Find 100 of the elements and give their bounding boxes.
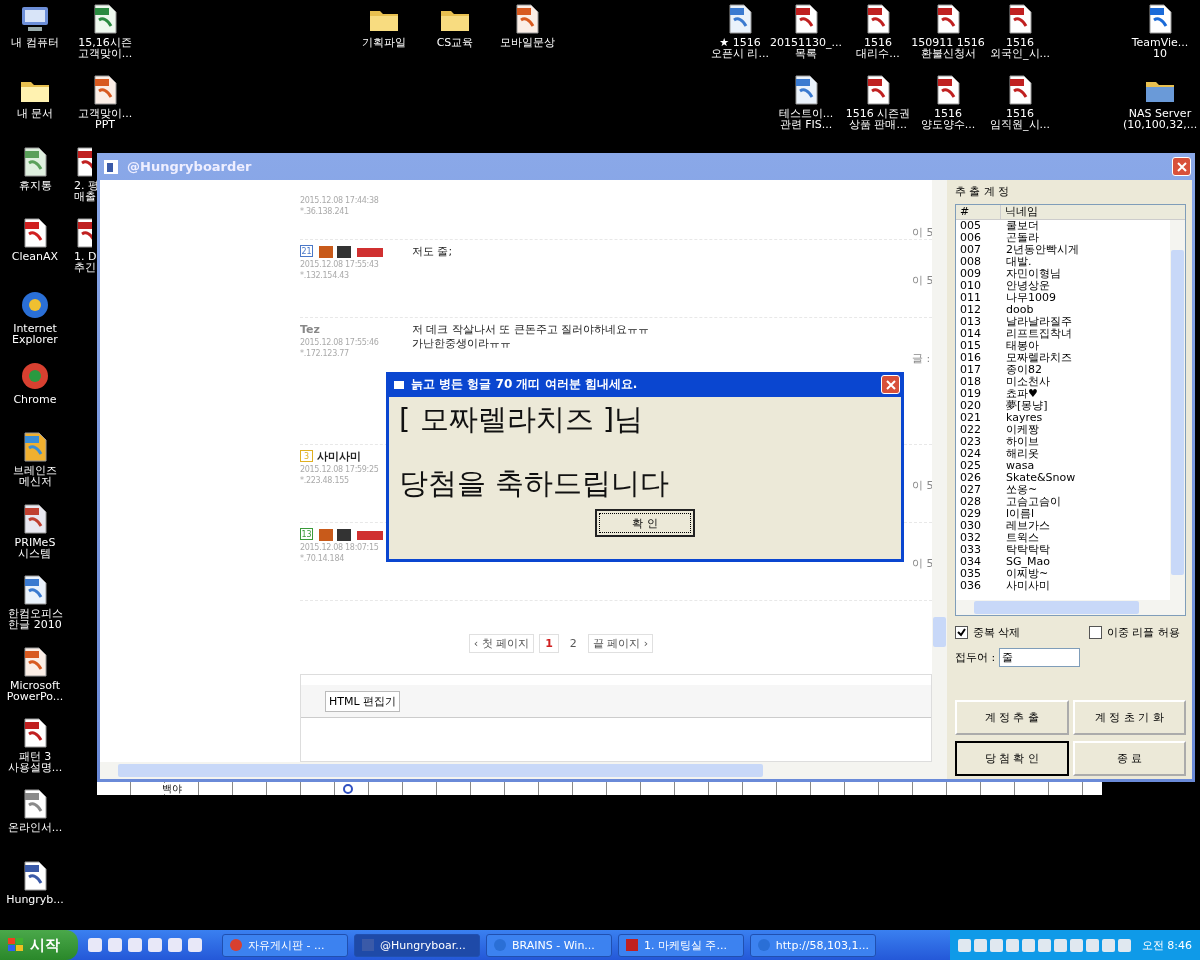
ip-address: *.36.138.241 [300, 206, 350, 217]
desktop-icon-label[interactable]: 기획파일 [362, 37, 406, 48]
list-cell: 2년동안빡시게 [1006, 244, 1079, 256]
desktop-icon-label[interactable]: 한컴오피스 한글 2010 [7, 608, 63, 631]
list-cell-text: 032 [959, 532, 982, 544]
list-cell: 트윅스 [1006, 532, 1039, 544]
prefix-input[interactable]: 줄 [999, 648, 1081, 667]
desktop-icon-label[interactable]: CS교육 [436, 37, 474, 48]
desktop-icon-label[interactable]: 1516 시즌권 상품 판매... [845, 108, 911, 131]
taskbar-button[interactable]: BRAINS - Win... [486, 933, 612, 957]
desktop-icon-label[interactable]: 패턴 3 사용설명... [7, 750, 63, 773]
comment-text: 가난한중생이라ㅠㅠ [412, 337, 512, 351]
desktop-icon-label[interactable]: CleanAX [11, 251, 59, 263]
list-cell-text: 006 [959, 232, 982, 244]
desktop-icon-label[interactable]: 온라인서... [7, 822, 63, 834]
desktop-icon-label[interactable]: Chrome [13, 393, 57, 405]
comment-date: 2015.12.08 17:44:38 [300, 195, 380, 206]
nickname[interactable]: 사미사미 [317, 448, 361, 464]
desktop-icon-label[interactable]: Internet Explorer [12, 322, 58, 345]
taskbar-button[interactable]: 자유게시판 - ... [222, 933, 348, 957]
browser-icon [493, 938, 507, 952]
comment-side-text: 글 : [912, 351, 932, 367]
comment-side-text: 이 5 [912, 225, 932, 239]
desktop-icon-label[interactable]: 20151130_... 목록 [770, 37, 842, 59]
list-cell-text: 019 [959, 388, 982, 400]
comment-editor[interactable]: HTML 편집기 [300, 674, 932, 762]
ip-address: *.223.48.155 [300, 475, 350, 486]
desktop-icon-label[interactable]: PRIMeS 시스템 [14, 536, 56, 559]
desktop-icon-label[interactable]: NAS Server (10,100,32,... [1122, 108, 1198, 131]
start-button[interactable]: 시작 [0, 930, 78, 960]
list-cell-text: 025 [959, 460, 982, 472]
vertical-scrollbar[interactable] [932, 180, 947, 762]
desktop-icon-label[interactable]: Microsoft PowerPo... [6, 679, 64, 702]
list-cell-text: 018 [959, 376, 982, 388]
desktop-icon-label[interactable]: 모바일문상 [499, 37, 555, 48]
horizontal-scrollbar[interactable] [956, 600, 1185, 615]
desktop-icon-label[interactable]: TeamVie... 10 [1131, 37, 1189, 59]
congrats-text: 당첨을 축하드립니다 [399, 465, 670, 501]
desktop-icon-label[interactable]: 고객맞이... PPT [77, 108, 133, 131]
taskbar-button[interactable]: 1. 마케팅실 주... [618, 933, 744, 957]
panel-button[interactable]: 종 료 [1072, 741, 1186, 776]
last-page-link[interactable]: 끝 페이지 › [587, 634, 654, 653]
list-cell-text: 023 [959, 436, 982, 448]
desktop-icon-label[interactable]: 내 컴퓨터 [11, 37, 59, 48]
list-cell: 쏘옹~ [1006, 484, 1038, 496]
column-header[interactable]: 닉네임 [1001, 205, 1038, 219]
column-header[interactable]: # [956, 205, 1001, 219]
desktop-icon-label[interactable]: 1. D 추긴 [74, 251, 97, 274]
list-cell-text: 020 [959, 400, 982, 412]
list-cell: 종이82 [1006, 364, 1042, 376]
list-cell-text: 024 [959, 448, 982, 460]
desktop-icon-label[interactable]: 휴지통 [18, 179, 52, 191]
checkbox[interactable] [1089, 626, 1102, 639]
list-cell: 자민이형님 [1006, 268, 1061, 280]
list-cell-text: 026 [959, 472, 982, 484]
desktop-icon-label[interactable]: 브레인즈 메신저 [13, 465, 57, 488]
desktop-icon-label[interactable]: 테스트이... 관련 FIS... [778, 108, 834, 131]
list-cell: 대발. [1006, 256, 1032, 268]
desktop-icon-label[interactable]: 1516 외국인_시... [990, 37, 1050, 59]
desktop-icon-label[interactable]: Hungryb... [6, 893, 64, 905]
ok-button[interactable]: 확 인 [595, 509, 695, 537]
pdf-file-icon[interactable] [74, 217, 92, 250]
list-cell: 리프트집착녀 [1006, 328, 1072, 340]
panel-button[interactable]: 계 정 추 출 [955, 700, 1069, 735]
pdf-file-icon [625, 938, 639, 952]
list-cell-text: 012 [959, 304, 982, 316]
desktop-icon-label[interactable]: 내 문서 [16, 108, 54, 120]
list-cell-text: 034 [959, 556, 982, 568]
desktop-icon-label[interactable]: ★ 1516 오픈시 리... [711, 37, 769, 59]
panel-button[interactable]: 계 정 초 기 화 [1072, 700, 1186, 735]
desktop-icon-label[interactable]: 15,16시즌 고객맞이... [77, 37, 133, 59]
pdf-file-icon[interactable] [74, 145, 92, 178]
panel-button[interactable]: 당 첨 확 인 [955, 741, 1069, 776]
desktop-icon-label[interactable]: 1516 양도양수... [920, 108, 976, 131]
taskbar-button[interactable]: @Hungryboar... [354, 933, 480, 957]
desktop-icon-label[interactable]: 2. 평 매출 [74, 179, 99, 202]
desktop-icon-label[interactable]: 1516 대리수... [856, 37, 900, 59]
close-button[interactable] [1172, 157, 1191, 176]
checkbox-label[interactable]: 이중 리플 허용 [1107, 625, 1180, 640]
checkbox-label[interactable]: 중복 삭제 [973, 625, 1021, 640]
desktop-icon-label[interactable]: 1516 임직원_시... [990, 108, 1050, 131]
account-list[interactable] [955, 204, 1186, 616]
close-icon [885, 379, 896, 390]
list-cell: 안녕상운 [1006, 280, 1050, 292]
first-page-link[interactable]: ‹ 첫 페이지 [468, 634, 535, 653]
nickname[interactable]: Tez [300, 322, 320, 336]
browser-icon [757, 938, 771, 952]
desktop-icon-label[interactable]: 150911 1516 환불신청서 [911, 37, 985, 59]
list-cell: 나무1009 [1006, 292, 1056, 304]
comment-side-text: 이 5 [912, 273, 932, 289]
html-editor-tab[interactable]: HTML 편집기 [325, 690, 401, 712]
comment-side-text: 이 5 [912, 556, 932, 572]
list-cell-text: 033 [959, 544, 982, 556]
horizontal-scrollbar[interactable] [100, 762, 947, 779]
list-cell: 탁탁탁탁 [1006, 544, 1050, 556]
close-button[interactable] [881, 375, 900, 394]
vertical-scrollbar[interactable] [1170, 220, 1185, 600]
taskbar-button[interactable]: http://58,103,1... [750, 933, 876, 957]
page-link[interactable]: 1 [539, 634, 559, 653]
checkbox[interactable] [955, 626, 968, 639]
